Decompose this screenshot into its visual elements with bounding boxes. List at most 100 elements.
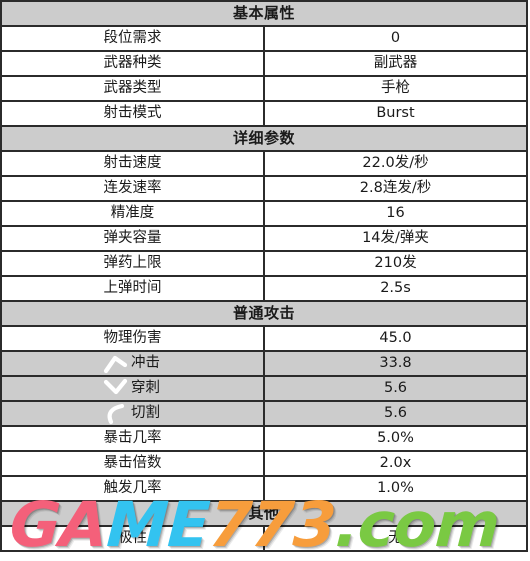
weapon-stats-panel: 基本属性段位需求 0 武器种类 副武器武器类型 手枪射击模式 Burst 详细参数射击速度 2… [0,0,530,561]
section-header-row: 普通攻击 [0,300,528,327]
stat-label-text: 射击速度 [103,154,162,171]
stat-value-text: 1.0% [377,479,414,496]
stat-label-cell: 连发速率 [0,175,265,202]
stat-label-text: 穿刺 [131,379,160,396]
table-row: 暴击几率 5.0% [0,425,528,452]
stat-label-text: 武器种类 [103,54,162,71]
stat-label-cell: 冲击 [0,350,265,377]
stat-value-cell: 2.8连发/秒 [263,175,528,202]
stat-label-text: 切割 [131,404,160,421]
stat-value-text: 2.5s [380,279,411,296]
stat-label-cell: 物理伤害 [0,325,265,352]
table-row: 武器种类 副武器 [0,50,528,77]
section-header-detail: 详细参数 [0,125,528,152]
stat-value-cell: 0 [263,25,528,52]
stat-value-text: 5.6 [383,379,408,396]
section-header-other: 其他 [0,500,528,527]
section-header-row: 详细参数 [0,125,528,152]
table-row: 物理伤害 45.0 [0,325,528,352]
stat-value-cell: 14发/弹夹 [263,225,528,252]
stat-label-text: 冲击 [131,354,160,371]
stat-label-cell: 弹夹容量 [0,225,265,252]
section-header-normal-attack: 普通攻击 [0,300,528,327]
stat-label-text: 弹药上限 [103,254,162,271]
stat-value-cell: 22.0发/秒 [263,150,528,177]
stat-value-cell: 2.5s [263,275,528,302]
table-row: 弹夹容量 14发/弹夹 [0,225,528,252]
stat-label-text: 弹夹容量 [103,229,162,246]
stat-label-cell: 段位需求 [0,25,265,52]
stat-label-cell: 弹药上限 [0,250,265,277]
stat-value-text: 2.8连发/秒 [359,179,432,196]
table-row: 上弹时间 2.5s [0,275,528,302]
section-header-row: 基本属性 [0,0,528,27]
stat-label-text: 极性 [118,529,147,546]
table-row: 暴击倍数 2.0x [0,450,528,477]
stat-label-cell: 极性 [0,525,265,552]
stat-value-text: 45.0 [379,329,412,346]
stat-label-text: 暴击倍数 [103,454,162,471]
stat-value-text: 5.6 [383,404,408,421]
stat-label-text: 暴击几率 [103,429,162,446]
stat-value-text: 无 [388,529,403,546]
stat-value-cell: Burst [263,100,528,127]
table-row: 射击模式 Burst [0,100,528,127]
stat-label-cell: 射击模式 [0,100,265,127]
stat-label-cell: 穿刺 [0,375,265,402]
stat-label-cell: 上弹时间 [0,275,265,302]
weapon-stats-table: 基本属性段位需求 0 武器种类 副武器武器类型 手枪射击模式 Burst 详细参数射击速度 2… [0,0,528,552]
stat-value-cell: 无 [263,525,528,552]
stat-value-text: 14发/弹夹 [362,229,429,246]
section-header-row: 其他 [0,500,528,527]
stat-value-cell: 33.8 [263,350,528,377]
table-row: 极性 无 [0,525,528,552]
stat-label-cell: 暴击几率 [0,425,265,452]
stat-value-text: 副武器 [373,54,418,71]
damage-type-label: 冲击 [103,354,160,373]
table-row: 精准度 16 [0,200,528,227]
stat-value-cell: 2.0x [263,450,528,477]
stat-label-cell: 射击速度 [0,150,265,177]
table-row: 触发几率 1.0% [0,475,528,502]
stat-label-cell: 精准度 [0,200,265,227]
damage-type-label: 切割 [103,403,160,425]
stat-label-cell: 切割 [0,400,265,427]
table-row: 连发速率 2.8连发/秒 [0,175,528,202]
table-row: 武器类型 手枪 [0,75,528,102]
stat-value-text: 22.0发/秒 [362,154,429,171]
slash-icon [103,403,129,425]
section-header-basic: 基本属性 [0,0,528,27]
table-row: 冲击 33.8 [0,350,528,377]
table-row: 弹药上限 210发 [0,250,528,277]
stat-label-text: 上弹时间 [103,279,162,296]
stat-label-text: 触发几率 [103,479,162,496]
damage-type-label: 穿刺 [103,378,160,400]
stat-value-cell: 16 [263,200,528,227]
stat-value-text: 0 [390,29,401,46]
table-row: 射击速度 22.0发/秒 [0,150,528,177]
stat-value-text: 16 [386,204,405,221]
puncture-icon [103,378,129,400]
stat-value-cell: 5.6 [263,400,528,427]
table-row: 段位需求 0 [0,25,528,52]
stat-label-text: 段位需求 [103,29,162,46]
table-row: 切割 5.6 [0,400,528,427]
stat-label-cell: 暴击倍数 [0,450,265,477]
stat-value-cell: 210发 [263,250,528,277]
stat-value-text: 210发 [374,254,417,271]
stat-label-text: 武器类型 [103,79,162,96]
stat-value-cell: 手枪 [263,75,528,102]
stat-value-text: Burst [376,104,415,121]
stat-value-text: 手枪 [381,79,410,96]
stat-label-cell: 武器种类 [0,50,265,77]
stat-label-cell: 触发几率 [0,475,265,502]
stat-value-cell: 副武器 [263,50,528,77]
stat-value-text: 5.0% [377,429,414,446]
stat-value-cell: 5.0% [263,425,528,452]
stat-label-cell: 武器类型 [0,75,265,102]
stat-value-text: 2.0x [379,454,412,471]
stat-value-cell: 45.0 [263,325,528,352]
stat-value-cell: 5.6 [263,375,528,402]
table-row: 穿刺 5.6 [0,375,528,402]
stat-value-cell: 1.0% [263,475,528,502]
